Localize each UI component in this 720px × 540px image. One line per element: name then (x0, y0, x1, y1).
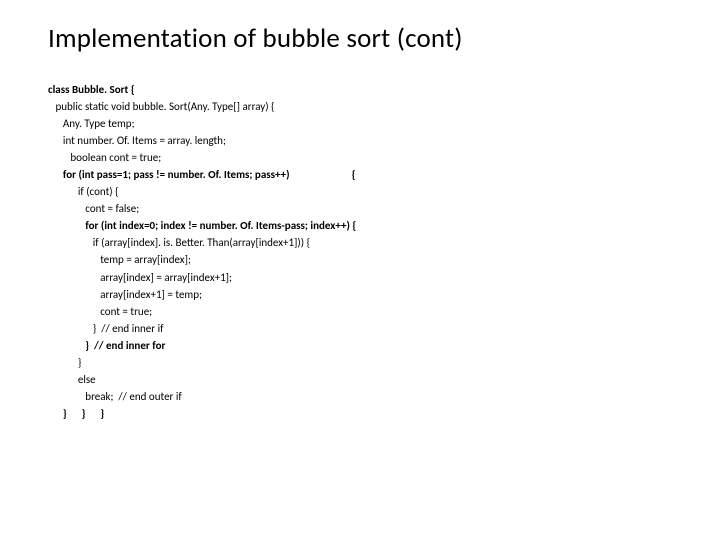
code-line: if (array[index]. is. Better. Than(array… (48, 234, 672, 251)
code-line: array[index+1] = temp; (48, 286, 672, 303)
code-line: } (48, 354, 672, 371)
code-line: class Bubble. Sort { (48, 81, 672, 98)
code-line: boolean cont = true; (48, 149, 672, 166)
code-line: Any. Type temp; (48, 115, 672, 132)
code-line: array[index] = array[index+1]; (48, 269, 672, 286)
code-line: cont = false; (48, 200, 672, 217)
code-line: break; // end outer if (48, 388, 672, 405)
slide-title: Implementation of bubble sort (cont) (48, 22, 672, 55)
slide-container: Implementation of bubble sort (cont) cla… (0, 0, 720, 444)
code-line: } // end inner for (48, 337, 672, 354)
code-block: class Bubble. Sort { public static void … (48, 81, 672, 422)
code-line: else (48, 371, 672, 388)
code-line: if (cont) { (48, 183, 672, 200)
code-line: for (int index=0; index != number. Of. I… (48, 217, 672, 234)
code-line: for (int pass=1; pass != number. Of. Ite… (48, 166, 672, 183)
code-line: public static void bubble. Sort(Any. Typ… (48, 98, 672, 115)
code-line: temp = array[index]; (48, 251, 672, 268)
code-line: int number. Of. Items = array. length; (48, 132, 672, 149)
code-line: } // end inner if (48, 320, 672, 337)
code-line: } } } (48, 405, 672, 422)
code-line: cont = true; (48, 303, 672, 320)
